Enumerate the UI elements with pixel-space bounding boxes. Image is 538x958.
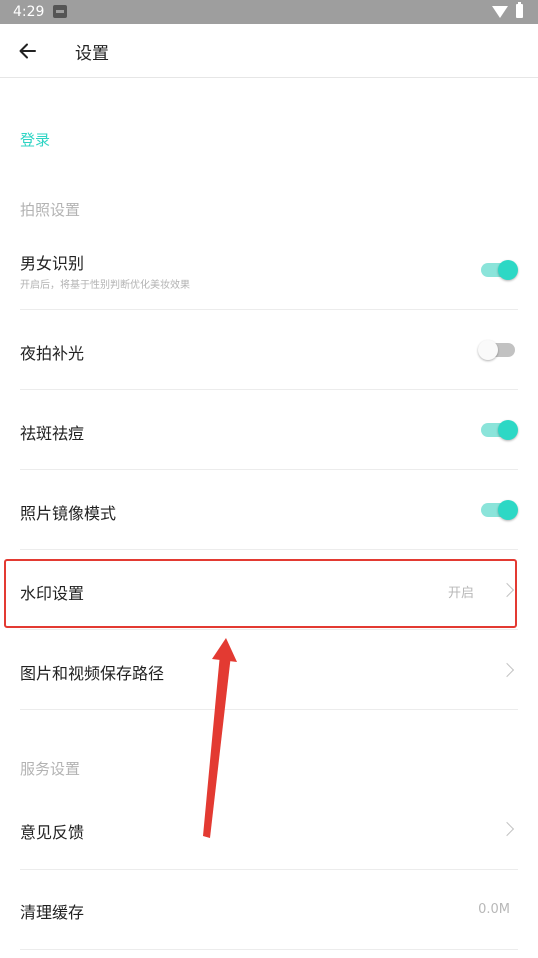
divider	[20, 709, 518, 710]
back-button[interactable]	[14, 37, 42, 65]
page-title: 设置	[75, 44, 109, 64]
setting-label: 照片镜像模式	[20, 504, 117, 523]
status-bar: 4:29	[0, 0, 538, 24]
toggle-knob	[498, 260, 518, 280]
section-header-service: 服务设置	[20, 760, 81, 778]
setting-row-mirror: 照片镜像模式	[0, 470, 538, 550]
setting-label: 清理缓存	[20, 903, 85, 922]
setting-row-cache[interactable]: 清理缓存 0.0M	[0, 870, 538, 950]
gender-toggle[interactable]	[481, 260, 518, 280]
setting-row-save-path[interactable]: 图片和视频保存路径	[0, 630, 538, 710]
toggle-knob	[498, 500, 518, 520]
setting-row-feedback[interactable]: 意见反馈	[0, 790, 538, 870]
setting-label: 夜拍补光	[20, 344, 85, 363]
toggle-knob	[498, 420, 518, 440]
setting-row-gender: 男女识别 开启后，将基于性别判断优化美妆效果	[0, 230, 538, 310]
wifi-icon	[492, 6, 508, 18]
setting-label: 图片和视频保存路径	[20, 664, 165, 683]
night-light-toggle[interactable]	[478, 340, 515, 360]
divider	[20, 949, 518, 950]
chevron-right-icon	[499, 662, 515, 678]
highlight-box-annotation	[4, 559, 517, 628]
setting-row-night-light: 夜拍补光	[0, 310, 538, 390]
login-link[interactable]: 登录	[20, 129, 50, 150]
sim-icon	[53, 5, 67, 18]
cache-size-value: 0.0M	[478, 902, 510, 917]
battery-icon	[516, 2, 523, 18]
setting-label: 男女识别	[20, 254, 85, 273]
setting-row-spot: 祛斑祛痘	[0, 390, 538, 470]
status-time: 4:29	[13, 4, 45, 20]
mirror-toggle[interactable]	[481, 500, 518, 520]
chevron-right-icon	[499, 821, 515, 837]
setting-label: 意见反馈	[20, 823, 85, 842]
toggle-knob	[478, 340, 498, 360]
setting-label: 祛斑祛痘	[20, 424, 85, 443]
arrow-left-icon	[19, 43, 36, 59]
section-header-camera: 拍照设置	[20, 201, 81, 219]
spot-toggle[interactable]	[481, 420, 518, 440]
app-bar: 设置	[0, 24, 538, 78]
setting-sub-label: 开启后，将基于性别判断优化美妆效果	[20, 280, 190, 291]
